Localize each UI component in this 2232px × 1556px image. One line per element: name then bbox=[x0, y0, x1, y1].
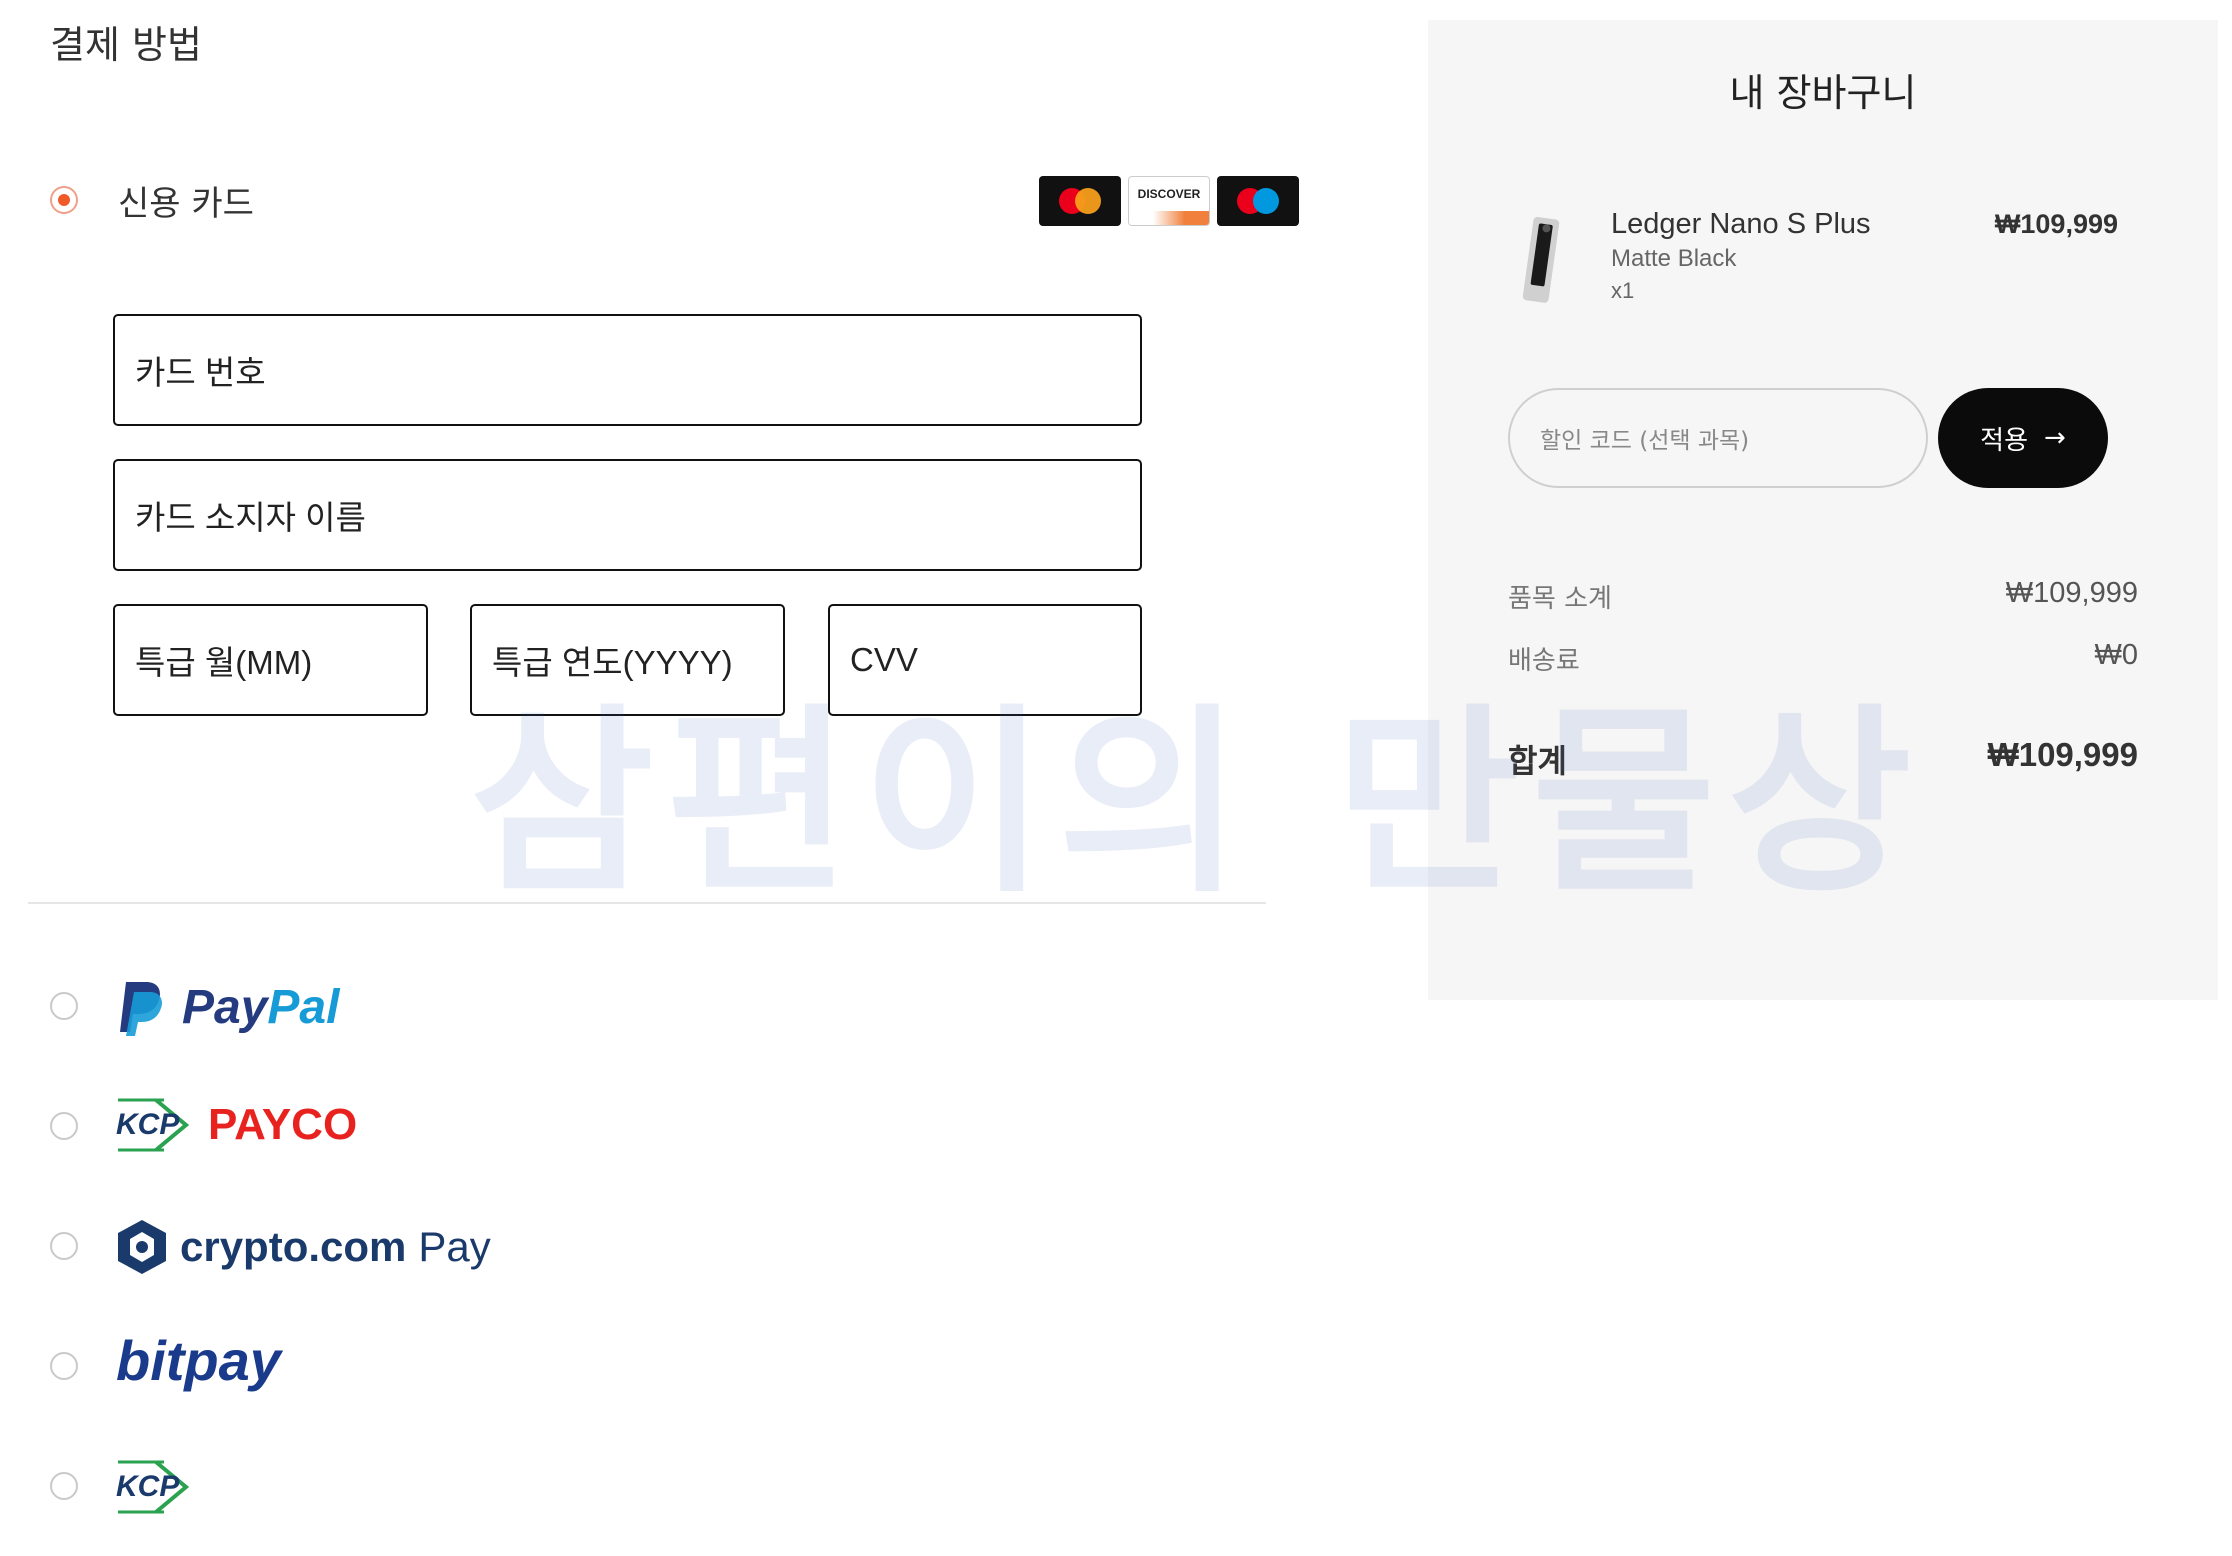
payment-section-title: 결제 방법 bbox=[50, 23, 202, 67]
arrow-right-icon: → bbox=[2044, 423, 2066, 453]
bitpay-logo[interactable]: bitpay bbox=[116, 1328, 281, 1393]
card-number-field[interactable]: 카드 번호 bbox=[113, 314, 1142, 426]
total-value: ₩109,999 bbox=[1987, 736, 2138, 773]
product-price: ₩109,999 bbox=[1994, 209, 2118, 239]
crypto-pay-radio[interactable] bbox=[50, 1232, 78, 1260]
kcp-icon: KCP bbox=[116, 1096, 190, 1154]
bitpay-radio[interactable] bbox=[50, 1352, 78, 1380]
kcp-radio[interactable] bbox=[50, 1472, 78, 1500]
expiry-month-field[interactable]: 특급 월(MM) bbox=[113, 604, 428, 716]
divider bbox=[28, 902, 1266, 904]
cvv-field[interactable]: CVV bbox=[828, 604, 1142, 716]
paypal-radio[interactable] bbox=[50, 992, 78, 1020]
subtotal-label: 품목 소계 bbox=[1508, 584, 1612, 614]
mastercard-icon bbox=[1039, 176, 1121, 226]
payco-radio[interactable] bbox=[50, 1112, 78, 1140]
cart-title: 내 장바구니 bbox=[1729, 71, 1917, 115]
credit-card-label: 신용 카드 bbox=[118, 184, 254, 224]
total-label: 합계 bbox=[1508, 742, 1567, 780]
coupon-input[interactable]: 할인 코드 (선택 과목) bbox=[1508, 388, 1928, 488]
cart-panel: 내 장바구니 Ledger Nano S Plus Matte Black x1… bbox=[1428, 20, 2218, 1000]
product-quantity: x1 bbox=[1611, 278, 1635, 303]
subtotal-value: ₩109,999 bbox=[2005, 577, 2138, 609]
shipping-label: 배송료 bbox=[1508, 646, 1580, 676]
paypal-icon bbox=[120, 982, 162, 1036]
payco-logo[interactable]: KCP PAYCO bbox=[116, 1096, 357, 1154]
shipping-value: ₩0 bbox=[2094, 639, 2139, 671]
product-variant: Matte Black bbox=[1611, 245, 1737, 272]
card-holder-field[interactable]: 카드 소지자 이름 bbox=[113, 459, 1142, 571]
apply-coupon-button[interactable]: 적용 → bbox=[1938, 388, 2108, 488]
credit-card-radio[interactable] bbox=[50, 186, 78, 214]
kcp-logo[interactable]: KCP bbox=[116, 1458, 190, 1516]
maestro-icon bbox=[1217, 176, 1299, 226]
paypal-logo[interactable]: Pay Pal bbox=[116, 978, 339, 1036]
apply-label: 적용 bbox=[1980, 425, 2029, 456]
expiry-year-field[interactable]: 특급 연도(YYYY) bbox=[470, 604, 785, 716]
product-name: Ledger Nano S Plus bbox=[1611, 208, 1871, 240]
product-thumbnail bbox=[1520, 216, 1564, 306]
discover-icon: DISCOVER bbox=[1128, 176, 1210, 226]
crypto-com-icon bbox=[118, 1220, 166, 1274]
crypto-pay-logo[interactable]: crypto.com Pay bbox=[116, 1218, 491, 1276]
